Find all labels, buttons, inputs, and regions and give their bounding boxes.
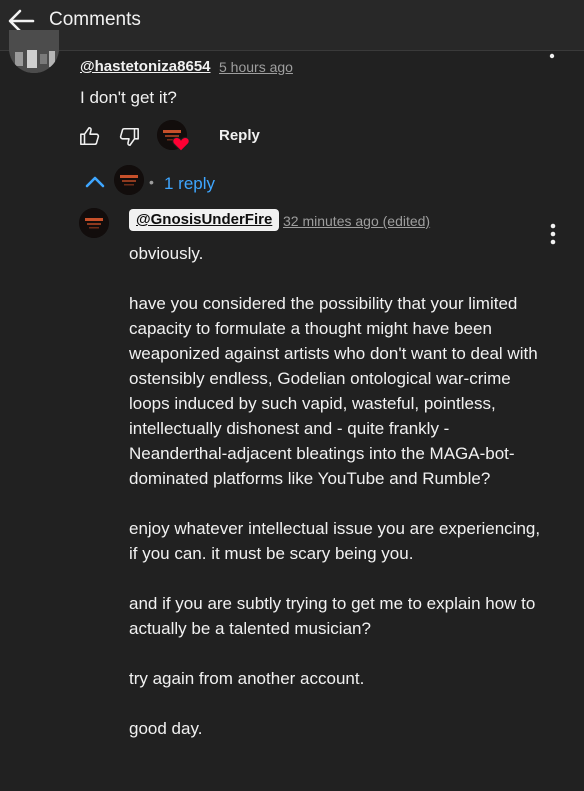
reply-paragraph: try again from another account. (129, 669, 365, 688)
like-icon[interactable] (79, 125, 101, 147)
comment-text: I don't get it? (80, 88, 177, 107)
reply-author-handle[interactable]: @GnosisUnderFire (129, 209, 280, 231)
heart-icon (172, 137, 190, 152)
reply-timestamp[interactable]: 32 minutes ago (edited) (283, 213, 430, 229)
more-vert-icon[interactable] (549, 222, 557, 246)
reply-paragraph: and if you are subtly trying to get me t… (129, 594, 536, 638)
reply-paragraph: have you considered the possibility that… (129, 294, 538, 488)
more-vert-icon[interactable] (549, 48, 555, 60)
chevron-up-icon[interactable] (84, 172, 106, 192)
avatar[interactable] (9, 30, 59, 73)
comment-timestamp[interactable]: 5 hours ago (219, 59, 293, 75)
reply-author-avatar-small (114, 165, 144, 195)
reply-button[interactable]: Reply (219, 127, 260, 144)
reply-paragraph: good day. (129, 719, 203, 738)
comment-author[interactable]: @hastetoniza8654 (80, 58, 211, 75)
separator-dot: • (149, 174, 154, 190)
reply-paragraph: enjoy whatever intellectual issue you ar… (129, 519, 541, 563)
dislike-icon[interactable] (118, 126, 140, 148)
top-app-bar: Comments (0, 0, 584, 51)
page-title: Comments (49, 9, 141, 30)
reply-paragraph: obviously. (129, 244, 204, 263)
reply-text: obviously. have you considered the possi… (129, 241, 549, 766)
replies-count-button[interactable]: 1 reply (164, 174, 215, 194)
reply-author-avatar[interactable] (79, 208, 109, 238)
